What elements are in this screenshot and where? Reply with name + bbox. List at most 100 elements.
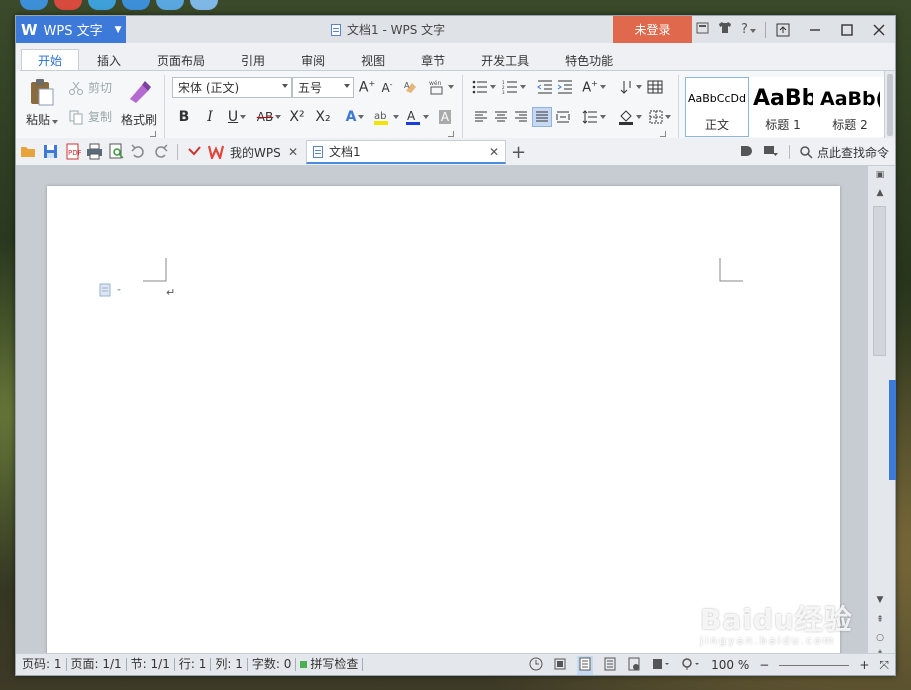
dialog-launcher-icon[interactable] xyxy=(660,131,666,137)
speech-icon[interactable] xyxy=(739,144,753,161)
increase-indent-button[interactable] xyxy=(556,77,574,97)
history-icon[interactable] xyxy=(529,657,543,674)
italic-button[interactable]: I xyxy=(202,107,218,127)
zoom-in-icon[interactable]: + xyxy=(859,658,869,672)
sort-button[interactable] xyxy=(618,77,644,97)
tab-features[interactable]: 特色功能 xyxy=(547,49,631,71)
ribbon-options-icon[interactable] xyxy=(763,144,779,161)
paragraph-options-icon[interactable] xyxy=(99,283,125,297)
style-normal[interactable]: AaBbCcDd 正文 xyxy=(685,77,749,137)
strikethrough-button[interactable]: AB xyxy=(254,107,284,127)
shading-button[interactable] xyxy=(616,107,644,127)
grow-font-button[interactable]: A+ xyxy=(358,77,376,97)
borders-button[interactable] xyxy=(646,107,674,127)
zoom-slider[interactable] xyxy=(779,664,850,666)
tab-insert[interactable]: 插入 xyxy=(79,49,139,71)
format-painter-button[interactable]: 格式刷 xyxy=(118,77,160,128)
tab-review[interactable]: 审阅 xyxy=(283,49,343,71)
paste-button[interactable]: 粘贴 xyxy=(22,77,62,128)
split-view-icon[interactable]: ▣ xyxy=(874,169,886,181)
shrink-font-button[interactable]: A- xyxy=(378,77,396,97)
align-right-button[interactable] xyxy=(512,107,530,127)
zoom-level[interactable]: 100 % xyxy=(711,658,749,672)
status-word-count[interactable]: 字数: 0 xyxy=(248,658,297,671)
status-section[interactable]: 节: 1/1 xyxy=(127,658,175,671)
table-button[interactable] xyxy=(646,77,664,97)
decrease-indent-button[interactable] xyxy=(536,77,554,97)
status-pages[interactable]: 页面: 1/1 xyxy=(67,658,127,671)
font-color-button[interactable]: A xyxy=(404,107,430,127)
tab-page-layout[interactable]: 页面布局 xyxy=(139,49,223,71)
status-page-number[interactable]: 页码: 1 xyxy=(16,658,67,671)
save-icon[interactable] xyxy=(42,143,59,160)
align-left-button[interactable] xyxy=(472,107,490,127)
status-column[interactable]: 列: 1 xyxy=(211,658,248,671)
style-heading-1[interactable]: AaBb 标题 1 xyxy=(751,77,815,137)
undo-icon[interactable] xyxy=(130,143,147,160)
maximize-button[interactable] xyxy=(831,16,863,43)
close-tab-icon[interactable]: ✕ xyxy=(288,145,298,159)
page-view-icon[interactable] xyxy=(577,655,594,675)
change-case-button[interactable]: A+ xyxy=(580,77,608,97)
numbering-button[interactable]: 123 xyxy=(500,77,528,97)
fit-page-icon[interactable]: ⤧ xyxy=(879,658,889,673)
shirt-icon[interactable] xyxy=(718,21,732,38)
print-preview-icon[interactable] xyxy=(108,143,125,160)
style-heading-2[interactable]: AaBb( 标题 2 xyxy=(817,77,883,137)
text-effect-button[interactable]: A xyxy=(342,107,368,127)
cut-button[interactable]: 剪切 xyxy=(68,79,112,96)
underline-button[interactable]: U xyxy=(224,107,250,127)
clear-format-button[interactable]: A xyxy=(402,77,420,97)
justify-button[interactable] xyxy=(532,107,552,127)
outline-view-icon[interactable] xyxy=(603,657,617,674)
print-icon[interactable] xyxy=(86,143,103,160)
bold-button[interactable]: B xyxy=(176,107,192,127)
reading-view-icon[interactable] xyxy=(651,657,671,674)
redo-icon[interactable] xyxy=(152,143,169,160)
open-folder-icon[interactable] xyxy=(20,143,37,160)
tab-document-1[interactable]: 文档1 ✕ xyxy=(306,140,506,164)
find-command-button[interactable]: 点此查找命令 xyxy=(800,144,889,161)
superscript-button[interactable]: X² xyxy=(288,107,306,127)
new-tab-button[interactable]: + xyxy=(511,140,526,164)
close-button[interactable] xyxy=(863,16,895,43)
customize-toolbar-icon[interactable] xyxy=(186,143,203,160)
restore-ribbon-button[interactable] xyxy=(767,16,799,43)
app-menu-button[interactable]: W WPS 文字 ▼ xyxy=(16,16,126,43)
line-spacing-button[interactable] xyxy=(580,107,608,127)
distribute-button[interactable] xyxy=(554,107,572,127)
bullets-button[interactable] xyxy=(470,77,498,97)
status-row[interactable]: 行: 1 xyxy=(175,658,212,671)
side-panel-toggle[interactable] xyxy=(889,380,896,480)
previous-page-icon[interactable]: ⇞ xyxy=(874,614,886,626)
tab-my-wps[interactable]: 我的WPS ✕ xyxy=(202,140,304,164)
scroll-thumb[interactable] xyxy=(873,206,886,356)
font-name-select[interactable]: 宋体 (正文) xyxy=(172,77,292,98)
highlight-button[interactable]: ab xyxy=(372,107,400,127)
tab-developer[interactable]: 开发工具 xyxy=(463,49,547,71)
tab-home[interactable]: 开始 xyxy=(21,49,80,71)
help-icon[interactable]: ? xyxy=(741,22,756,37)
tab-references[interactable]: 引用 xyxy=(223,49,283,71)
tab-view[interactable]: 视图 xyxy=(343,49,403,71)
styles-scroll-thumb[interactable] xyxy=(887,74,893,136)
browse-object-icon[interactable]: ○ xyxy=(874,632,886,644)
scroll-up-icon[interactable]: ▲ xyxy=(874,187,886,199)
login-button[interactable]: 未登录 xyxy=(613,16,692,43)
tab-section[interactable]: 章节 xyxy=(403,49,463,71)
font-size-select[interactable]: 五号 xyxy=(292,77,354,98)
web-view-icon[interactable] xyxy=(627,657,641,674)
export-pdf-icon[interactable]: PDF xyxy=(64,143,82,160)
dialog-launcher-icon[interactable] xyxy=(448,131,454,137)
subscript-button[interactable]: X₂ xyxy=(314,107,332,127)
styles-scrollbar[interactable] xyxy=(884,71,895,144)
zoom-out-icon[interactable]: − xyxy=(759,658,769,672)
document-page[interactable]: ↵ xyxy=(47,186,840,653)
scroll-down-icon[interactable]: ▼ xyxy=(874,594,886,606)
close-tab-icon[interactable]: ✕ xyxy=(489,145,499,159)
skin-icon[interactable] xyxy=(696,21,709,38)
character-shading-button[interactable]: A xyxy=(436,107,454,127)
minimize-button[interactable] xyxy=(799,16,831,43)
full-screen-icon[interactable] xyxy=(553,657,567,674)
phonetic-guide-button[interactable]: wén xyxy=(426,77,456,97)
